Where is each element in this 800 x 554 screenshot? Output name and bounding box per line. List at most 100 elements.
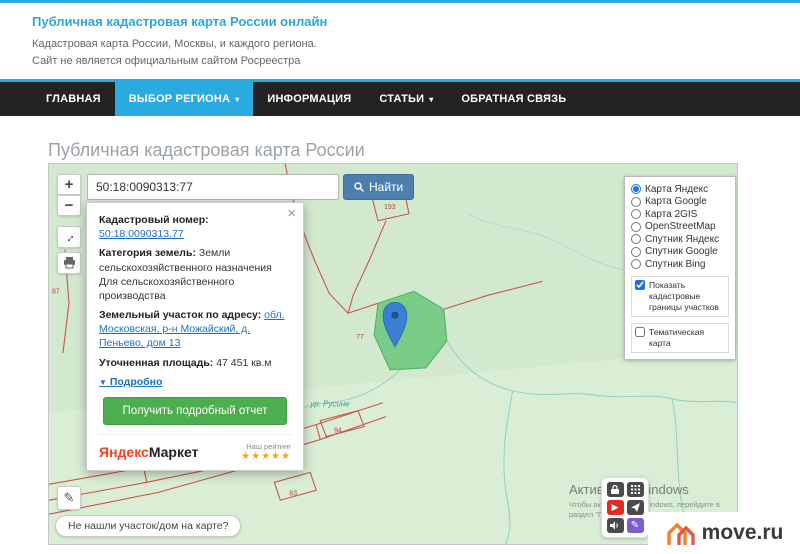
- layer-option-yandex-satellite[interactable]: Спутник Яндекс: [631, 234, 729, 245]
- land-category-row: Категория земель: Земли сельскохозяйстве…: [99, 246, 291, 303]
- print-button[interactable]: [57, 252, 81, 274]
- land-use-value: Для сельскохозяйственного производства: [99, 276, 234, 302]
- checkbox-label: Тематическая карта: [649, 327, 725, 349]
- lock-icon[interactable]: [607, 482, 624, 497]
- address-row: Земельный участок по адресу: обл. Москов…: [99, 308, 291, 351]
- move-house-icon: [665, 519, 697, 547]
- nav-item-feedback[interactable]: ОБРАТНАЯ СВЯЗЬ: [447, 82, 580, 116]
- show-cadastral-borders-checkbox[interactable]: Показать кадастровые границы участков: [631, 276, 729, 317]
- draw-button[interactable]: ✎: [57, 486, 81, 510]
- layer-option-label: Спутник Яндекс: [645, 234, 719, 245]
- zoom-in-button[interactable]: +: [57, 174, 81, 195]
- nav-item-home[interactable]: ГЛАВНАЯ: [32, 82, 115, 116]
- measure-button[interactable]: ↔: [57, 226, 81, 248]
- not-found-button[interactable]: Не нашли участок/дом на карте?: [55, 515, 241, 537]
- radio-button[interactable]: [631, 222, 641, 232]
- cadastral-number-link[interactable]: 50:18:0090313.77: [99, 228, 184, 240]
- search-input[interactable]: [87, 174, 339, 200]
- thematic-map-checkbox[interactable]: Тематическая карта: [631, 323, 729, 353]
- search-button[interactable]: Найти: [343, 174, 414, 200]
- layer-option-label: Карта 2GIS: [645, 209, 697, 220]
- pencil-icon: ✎: [64, 490, 75, 506]
- nav-item-articles[interactable]: СТАТЬИ ▾: [365, 82, 447, 116]
- land-category-label: Категория земель:: [99, 247, 196, 259]
- yandex-brand: Яндекс: [99, 444, 149, 460]
- radio-button[interactable]: [631, 209, 641, 219]
- address-label: Земельный участок по адресу:: [99, 309, 261, 321]
- site-subtitle-2: Сайт не является официальным сайтом Роср…: [32, 53, 800, 70]
- chevron-down-icon: ▾: [429, 95, 433, 104]
- layer-option-label: OpenStreetMap: [645, 221, 716, 232]
- printer-icon: [63, 257, 76, 269]
- page-title: Публичная кадастровая карта России: [48, 140, 800, 161]
- site-subtitle-1: Кадастровая карта России, Москвы, и кажд…: [32, 36, 800, 53]
- layer-option-label: Спутник Bing: [645, 259, 706, 270]
- map-container[interactable]: 193 77 94 83 87 ур. Русине + − ↔ Найти: [48, 163, 738, 545]
- layer-option-label: Карта Google: [645, 196, 707, 207]
- plus-icon: +: [65, 176, 74, 193]
- nav-label: ИНФОРМАЦИЯ: [267, 93, 351, 105]
- layer-option-yandex-map[interactable]: Карта Яндекс: [631, 184, 729, 195]
- nav-item-information[interactable]: ИНФОРМАЦИЯ: [253, 82, 365, 116]
- radio-button[interactable]: [631, 184, 641, 194]
- details-row: ▼ Подробно: [99, 375, 291, 389]
- checkbox[interactable]: [635, 327, 645, 337]
- apps-grid-icon[interactable]: [627, 482, 644, 497]
- parcel-label-83: 83: [289, 490, 297, 497]
- layer-option-2gis-map[interactable]: Карта 2GIS: [631, 209, 729, 220]
- move-ru-logo: move.ru: [648, 512, 800, 554]
- market-brand: Маркет: [149, 444, 199, 460]
- rating-block: Наш рейтинг ★★★★★: [241, 442, 291, 462]
- layer-option-bing-satellite[interactable]: Спутник Bing: [631, 259, 729, 270]
- diagonal-arrows-icon: ↔: [60, 228, 78, 246]
- parcel-label-94: 94: [334, 428, 342, 435]
- layer-switcher-panel: Карта Яндекс Карта Google Карта 2GIS Ope…: [624, 176, 736, 360]
- main-nav: ГЛАВНАЯ ВЫБОР РЕГИОНА▾ ИНФОРМАЦИЯ СТАТЬИ…: [0, 79, 800, 116]
- rating-stars: ★★★★★: [241, 452, 291, 462]
- edit-pencil-icon[interactable]: ✎: [627, 518, 644, 533]
- layer-option-label: Карта Яндекс: [645, 184, 708, 195]
- search-button-label: Найти: [369, 180, 403, 194]
- send-icon[interactable]: [627, 500, 644, 515]
- nav-label: ОБРАТНАЯ СВЯЗЬ: [461, 93, 566, 105]
- radio-button[interactable]: [631, 197, 641, 207]
- checkbox[interactable]: [635, 280, 645, 290]
- yandex-market-logo[interactable]: ЯндексМаркет: [99, 443, 198, 462]
- place-name-label: ур. Русине: [309, 400, 350, 409]
- area-label: Уточненная площадь:: [99, 357, 213, 369]
- radio-button[interactable]: [631, 259, 641, 269]
- parcel-info-popup: × Кадастровый номер: 50:18:0090313.77 Ка…: [86, 202, 304, 471]
- area-value: 47 451 кв.м: [216, 357, 271, 369]
- layer-option-openstreetmap[interactable]: OpenStreetMap: [631, 221, 729, 232]
- nav-label: СТАТЬИ: [379, 93, 424, 105]
- watermark-title: Активация Windows: [569, 482, 738, 497]
- details-toggle-link[interactable]: ▼ Подробно: [99, 376, 162, 388]
- checkbox-label: Показать кадастровые границы участков: [649, 280, 725, 313]
- zoom-out-button[interactable]: −: [57, 195, 81, 216]
- details-link-label: Подробно: [110, 376, 163, 388]
- layer-option-google-satellite[interactable]: Спутник Google: [631, 246, 729, 257]
- cadastral-number-row: Кадастровый номер: 50:18:0090313.77: [99, 213, 291, 241]
- chevron-down-icon: ▼: [99, 378, 107, 387]
- get-report-button[interactable]: Получить подробный отчет: [103, 397, 287, 425]
- move-logo-text: move.ru: [702, 521, 784, 545]
- youtube-icon[interactable]: ▶: [607, 500, 624, 515]
- area-row: Уточненная площадь: 47 451 кв.м: [99, 356, 291, 370]
- site-header: Публичная кадастровая карта России онлай…: [0, 3, 800, 79]
- site-title-link[interactable]: Публичная кадастровая карта России онлай…: [32, 14, 327, 29]
- nav-item-region-select[interactable]: ВЫБОР РЕГИОНА▾: [115, 82, 254, 116]
- radio-button[interactable]: [631, 247, 641, 257]
- layer-option-label: Спутник Google: [645, 246, 718, 257]
- close-icon[interactable]: ×: [287, 206, 296, 221]
- speaker-icon[interactable]: [607, 518, 624, 533]
- layer-option-google-map[interactable]: Карта Google: [631, 196, 729, 207]
- minus-icon: −: [65, 197, 74, 214]
- radio-button[interactable]: [631, 234, 641, 244]
- parcel-label-87: 87: [52, 288, 60, 295]
- parcel-label-193: 193: [384, 204, 396, 211]
- overlay-toolbar: ▶ ✎: [601, 477, 649, 538]
- nav-label: ГЛАВНАЯ: [46, 93, 101, 105]
- parcel-label-77: 77: [356, 334, 364, 341]
- chevron-down-icon: ▾: [235, 95, 239, 104]
- cadastral-number-label: Кадастровый номер:: [99, 214, 209, 226]
